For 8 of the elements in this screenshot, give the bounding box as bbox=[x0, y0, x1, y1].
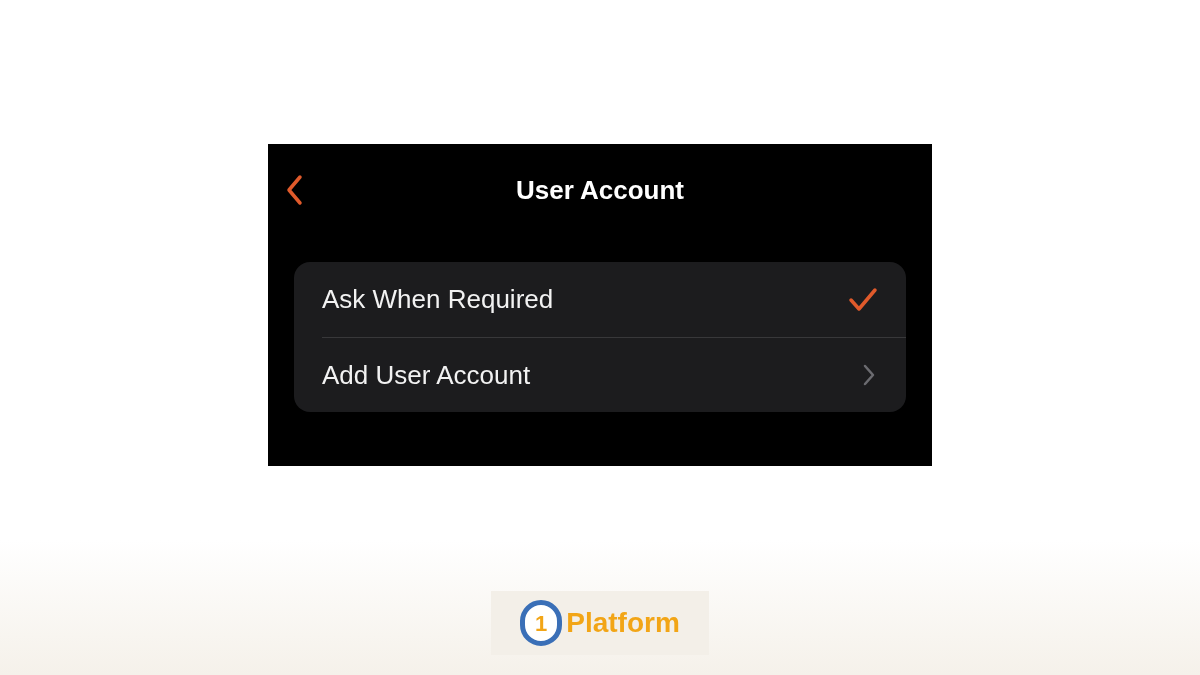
option-label: Ask When Required bbox=[322, 283, 554, 316]
option-label: Add User Account bbox=[322, 358, 531, 392]
screen-title: User Account bbox=[515, 173, 685, 207]
chevron-right-icon bbox=[862, 363, 876, 387]
option-row[interactable]: Add User Account bbox=[322, 337, 906, 412]
option-row[interactable]: Ask When Required bbox=[322, 262, 906, 337]
logo-text: Platform bbox=[566, 606, 680, 640]
logo-badge: 1 bbox=[520, 600, 563, 646]
